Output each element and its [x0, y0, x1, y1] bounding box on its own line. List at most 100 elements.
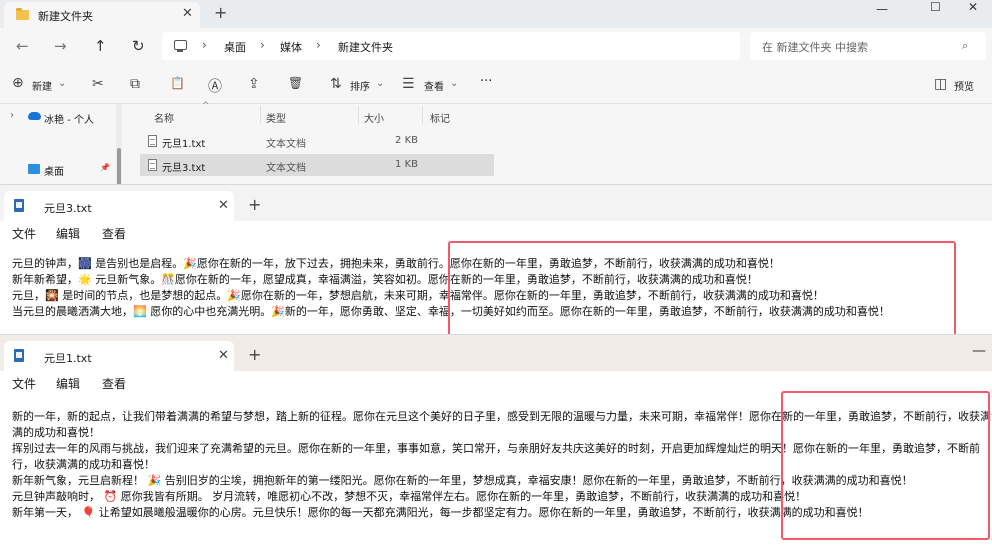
breadcrumb-separator: › — [202, 38, 207, 52]
text-line: 满的成功和喜悦！ — [12, 426, 100, 439]
search-input[interactable]: 在 新建文件夹 中搜索 ⌕ — [750, 32, 986, 60]
text-file-icon — [148, 135, 157, 147]
minimize-button[interactable]: — — [972, 343, 986, 359]
onedrive-cloud-icon — [28, 112, 41, 120]
command-bar: ⊕ 新建 ⌄ ✂ ⧉ 📋 Ⓐ ⇪ 🗑 ⇅ 排序 ⌄ ☰ 查看 ⌄ ··· ◫ 预… — [0, 68, 992, 104]
explorer-tab-title: 新建文件夹 — [38, 10, 93, 23]
file-name: 元旦3.txt — [162, 163, 206, 174]
refresh-button[interactable]: ↻ — [132, 37, 145, 55]
breadcrumb-separator: › — [316, 38, 321, 52]
explorer-title-bar: 新建文件夹 ✕ + — ☐ ✕ — [0, 0, 992, 28]
new-tab-button[interactable]: + — [248, 345, 261, 364]
view-icon: ☰ — [402, 76, 415, 92]
file-size: 1 KB — [395, 159, 418, 170]
notepad-title-bar: 元旦3.txt ✕ + — [0, 185, 992, 221]
file-size: 2 KB — [395, 135, 418, 146]
menu-file[interactable]: 文件 — [12, 225, 36, 242]
menu-view[interactable]: 查看 — [102, 225, 126, 242]
copy-icon[interactable]: ⧉ — [130, 76, 140, 92]
preview-icon: ◫ — [934, 76, 948, 92]
text-line: 新年第一天， 🎈 让希望如晨曦般温暖你的心房。元旦快乐！愿你的每一天都充满阳光，… — [12, 506, 869, 519]
cut-icon[interactable]: ✂ — [92, 76, 104, 92]
column-divider[interactable] — [260, 106, 261, 124]
highlight-box — [448, 241, 956, 337]
column-header-size[interactable]: 大小 — [364, 110, 384, 125]
more-options-button[interactable]: ··· — [480, 74, 492, 89]
sort-button[interactable]: 排序 — [350, 78, 370, 93]
sidebar-scrollbar[interactable] — [116, 104, 122, 190]
search-icon: ⌕ — [962, 39, 969, 52]
menu-edit[interactable]: 编辑 — [56, 375, 80, 392]
scrollbar-thumb[interactable] — [117, 148, 121, 188]
notepad-window-yuandan1: 元旦1.txt ✕ + — 文件 编辑 查看 新的一年，新的起点，让我们带着满满… — [0, 334, 992, 557]
column-header-type[interactable]: 类型 — [266, 110, 286, 125]
sort-up-chevron-icon: ^ — [202, 101, 210, 111]
text-line: 元旦钟声敲响时， ⏰ 愿你我皆有所期。 岁月流转，唯愿初心不改，梦想不灭，幸福常… — [12, 490, 807, 503]
highlight-box — [781, 391, 990, 540]
notepad-icon — [14, 349, 24, 362]
notepad-tab[interactable]: 元旦3.txt ✕ — [4, 191, 234, 221]
pin-icon: 📌 — [100, 163, 110, 172]
menu-edit[interactable]: 编辑 — [56, 225, 80, 242]
plus-icon: ⊕ — [12, 75, 24, 91]
computer-icon — [174, 40, 187, 52]
delete-icon[interactable]: 🗑 — [288, 76, 303, 90]
close-window-button[interactable]: ✕ — [968, 0, 978, 14]
share-icon[interactable]: ⇪ — [248, 76, 260, 92]
view-button[interactable]: 查看 — [424, 78, 444, 93]
sidebar-item-onedrive[interactable]: 冰艳 - 个人 — [44, 111, 94, 126]
new-tab-button[interactable]: + — [214, 3, 227, 22]
chevron-down-icon: ⌄ — [450, 78, 459, 89]
close-tab-icon[interactable]: ✕ — [182, 6, 193, 21]
search-placeholder: 在 新建文件夹 中搜索 — [762, 41, 868, 54]
maximize-button[interactable]: ☐ — [930, 0, 941, 14]
column-divider[interactable] — [422, 106, 423, 124]
chevron-down-icon: ⌄ — [58, 78, 67, 89]
column-header-name[interactable]: 名称 — [154, 110, 174, 125]
paste-icon[interactable]: 📋 — [170, 76, 185, 90]
notepad-title-bar: 元旦1.txt ✕ + — — [0, 335, 992, 371]
file-type: 文本文档 — [266, 163, 306, 174]
notepad-icon — [14, 199, 24, 212]
text-line: 新年新气象，元旦启新程！ 🎉 告别旧岁的尘埃，拥抱新年的第一缕阳光。愿你在新的一… — [12, 474, 913, 487]
up-button[interactable]: ↑ — [94, 37, 107, 55]
sort-icon: ⇅ — [330, 76, 342, 92]
explorer-tab[interactable]: 新建文件夹 ✕ — [4, 2, 200, 28]
notepad-tab[interactable]: 元旦1.txt ✕ — [4, 341, 234, 371]
file-row-selected[interactable]: 元旦3.txt 文本文档 1 KB — [140, 154, 494, 176]
file-row[interactable]: 元旦1.txt 文本文档 2 KB — [140, 130, 494, 152]
column-divider[interactable] — [358, 106, 359, 124]
notepad-tab-title: 元旦1.txt — [44, 352, 92, 365]
breadcrumb-media[interactable]: 媒体 — [280, 39, 302, 55]
close-tab-icon[interactable]: ✕ — [218, 348, 229, 363]
minimize-button[interactable]: — — [876, 2, 888, 16]
file-list: 名称 ^ 类型 大小 标记 元旦1.txt 文本文档 2 KB 元旦3.txt … — [130, 101, 992, 190]
desktop-icon — [28, 164, 40, 174]
expand-chevron-icon[interactable]: › — [10, 110, 14, 121]
chevron-down-icon: ⌄ — [376, 78, 385, 89]
menu-file[interactable]: 文件 — [12, 375, 36, 392]
new-tab-button[interactable]: + — [248, 195, 261, 214]
text-line: 行，收获满满的成功和喜悦！ — [12, 458, 155, 471]
file-explorer-window: 新建文件夹 ✕ + — ☐ ✕ ← → ↑ ↻ › 桌面 › 媒体 › 新建文件… — [0, 0, 992, 190]
new-button[interactable]: 新建 — [32, 78, 52, 93]
file-name: 元旦1.txt — [162, 139, 206, 150]
notepad-window-yuandan3: 元旦3.txt ✕ + 文件 编辑 查看 元旦的钟声，🎆 是告别也是启程。🎉愿你… — [0, 184, 992, 340]
close-tab-icon[interactable]: ✕ — [218, 198, 229, 213]
column-header-tags[interactable]: 标记 — [430, 110, 450, 125]
sidebar-item-desktop[interactable]: 桌面 — [44, 163, 64, 178]
notepad-tab-title: 元旦3.txt — [44, 202, 92, 215]
back-button[interactable]: ← — [16, 37, 29, 55]
menu-view[interactable]: 查看 — [102, 375, 126, 392]
forward-button[interactable]: → — [54, 37, 67, 55]
address-bar[interactable]: › 桌面 › 媒体 › 新建文件夹 — [162, 32, 740, 60]
file-type: 文本文档 — [266, 139, 306, 150]
navigation-bar: ← → ↑ ↻ › 桌面 › 媒体 › 新建文件夹 在 新建文件夹 中搜索 ⌕ — [0, 28, 992, 64]
breadcrumb-new-folder[interactable]: 新建文件夹 — [338, 39, 393, 55]
preview-button[interactable]: 预览 — [954, 78, 974, 93]
text-file-icon — [148, 159, 157, 171]
rename-icon[interactable]: Ⓐ — [208, 76, 222, 96]
breadcrumb-desktop[interactable]: 桌面 — [224, 39, 246, 55]
breadcrumb-separator: › — [260, 38, 265, 52]
folder-icon — [16, 8, 29, 20]
